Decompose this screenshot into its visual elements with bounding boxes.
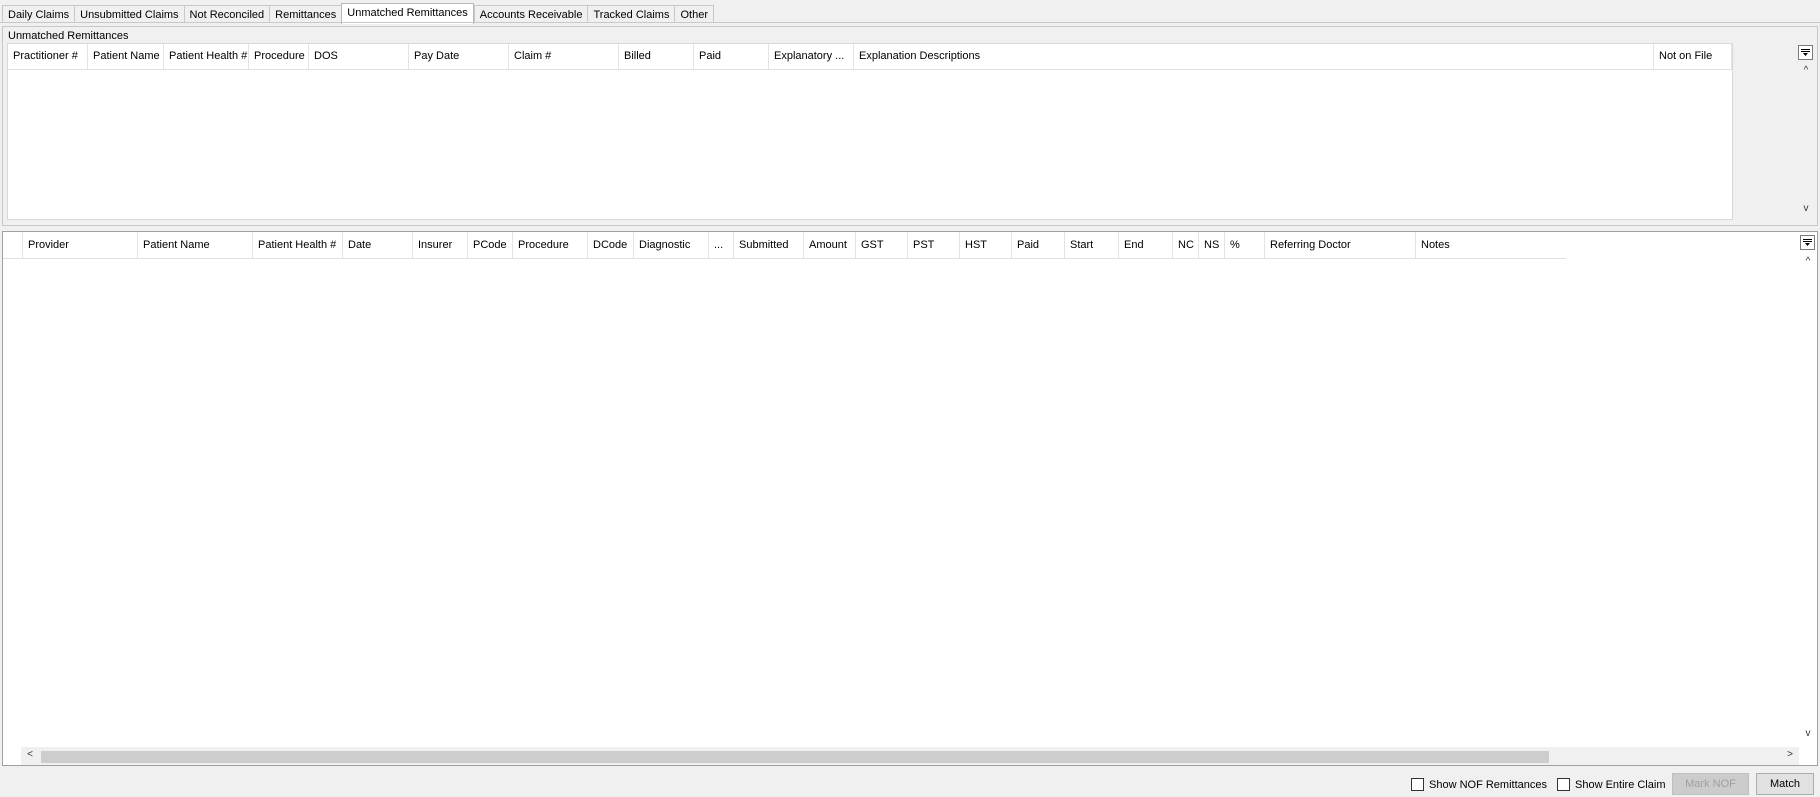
claims-horizontal-scrollbar[interactable]: < > (21, 747, 1799, 765)
tab-other[interactable]: Other (674, 5, 714, 23)
col-paid[interactable]: Paid (1012, 232, 1065, 258)
col-billed[interactable]: Billed (619, 44, 694, 69)
col-claim[interactable]: Claim # (509, 44, 619, 69)
col-explanatory[interactable]: Explanatory ... (769, 44, 854, 69)
col-paid[interactable]: Paid (694, 44, 769, 69)
show-entire-claim-checkbox[interactable]: Show Entire Claim (1557, 778, 1665, 791)
col-gst[interactable]: GST (856, 232, 908, 258)
col-hst[interactable]: HST (960, 232, 1012, 258)
col-pst[interactable]: PST (908, 232, 960, 258)
col-provider[interactable]: Provider (23, 232, 138, 258)
checkbox-box[interactable] (1411, 778, 1424, 791)
tab-daily-claims[interactable]: Daily Claims (2, 5, 75, 23)
tab-not-reconciled[interactable]: Not Reconciled (183, 5, 270, 23)
col-patient-health[interactable]: Patient Health # (253, 232, 343, 258)
col-percent[interactable]: % (1225, 232, 1265, 258)
col-date[interactable]: Date (343, 232, 413, 258)
col-amount[interactable]: Amount (804, 232, 856, 258)
show-nof-remittances-checkbox[interactable]: Show NOF Remittances (1411, 778, 1547, 791)
col-pcode[interactable]: PCode (468, 232, 513, 258)
tab-remittances[interactable]: Remittances (269, 5, 342, 23)
scroll-thumb[interactable] (41, 751, 1549, 763)
match-button[interactable]: Match (1756, 773, 1814, 795)
tab-unmatched-remittances[interactable]: Unmatched Remittances (341, 3, 474, 24)
col-ns[interactable]: NS (1199, 232, 1225, 258)
row-header-corner (3, 232, 23, 258)
col-practitioner[interactable]: Practitioner # (8, 44, 88, 69)
checkbox-label: Show Entire Claim (1575, 778, 1666, 791)
col-explanation-descriptions[interactable]: Explanation Descriptions (854, 44, 1654, 69)
table-header: Provider Patient Name Patient Health # D… (3, 232, 1566, 259)
unmatched-remittances-table[interactable]: Practitioner # Patient Name Patient Heal… (7, 43, 1733, 220)
col-procedure[interactable]: Procedure (249, 44, 309, 69)
col-pay-date[interactable]: Pay Date (409, 44, 509, 69)
scroll-up-icon[interactable]: ^ (1801, 256, 1815, 267)
col-start[interactable]: Start (1065, 232, 1119, 258)
col-referring-doctor[interactable]: Referring Doctor (1265, 232, 1416, 258)
checkbox-box[interactable] (1557, 778, 1570, 791)
scroll-left-icon[interactable]: < (23, 749, 37, 760)
mark-nof-button[interactable]: Mark NOF (1672, 773, 1749, 795)
col-insurer[interactable]: Insurer (413, 232, 468, 258)
scroll-right-icon[interactable]: > (1783, 749, 1797, 760)
panel-title: Unmatched Remittances (8, 30, 129, 42)
col-dcode[interactable]: DCode (588, 232, 634, 258)
col-dos[interactable]: DOS (309, 44, 409, 69)
claims-table[interactable]: Provider Patient Name Patient Health # D… (2, 231, 1818, 766)
col-procedure[interactable]: Procedure (513, 232, 588, 258)
column-chooser-icon[interactable] (1800, 235, 1815, 250)
col-end[interactable]: End (1119, 232, 1173, 258)
col-patient-name[interactable]: Patient Name (138, 232, 253, 258)
unmatched-vertical-scrollbar[interactable]: ^ v (1797, 43, 1815, 220)
col-more[interactable]: ... (709, 232, 734, 258)
col-diagnostic[interactable]: Diagnostic (634, 232, 709, 258)
tab-tracked-claims[interactable]: Tracked Claims (587, 5, 675, 23)
tab-accounts-receivable[interactable]: Accounts Receivable (473, 5, 588, 23)
checkbox-label: Show NOF Remittances (1429, 778, 1547, 791)
column-chooser-icon[interactable] (1798, 45, 1813, 60)
col-patient-health[interactable]: Patient Health # (164, 44, 249, 69)
scroll-down-icon[interactable]: v (1799, 203, 1813, 214)
tab-divider (0, 22, 1820, 23)
tab-unsubmitted-claims[interactable]: Unsubmitted Claims (74, 5, 184, 23)
tab-bar: Daily Claims Unsubmitted Claims Not Reco… (2, 3, 714, 24)
col-nc[interactable]: NC (1173, 232, 1199, 258)
scroll-up-icon[interactable]: ^ (1799, 65, 1813, 76)
claims-vertical-scrollbar[interactable]: ^ v (1799, 232, 1817, 747)
col-notes[interactable]: Notes (1416, 232, 1566, 258)
col-submitted[interactable]: Submitted (734, 232, 804, 258)
table-header: Practitioner # Patient Name Patient Heal… (8, 44, 1732, 70)
col-not-on-file[interactable]: Not on File (1654, 44, 1732, 69)
col-patient-name[interactable]: Patient Name (88, 44, 164, 69)
scroll-down-icon[interactable]: v (1801, 728, 1815, 739)
